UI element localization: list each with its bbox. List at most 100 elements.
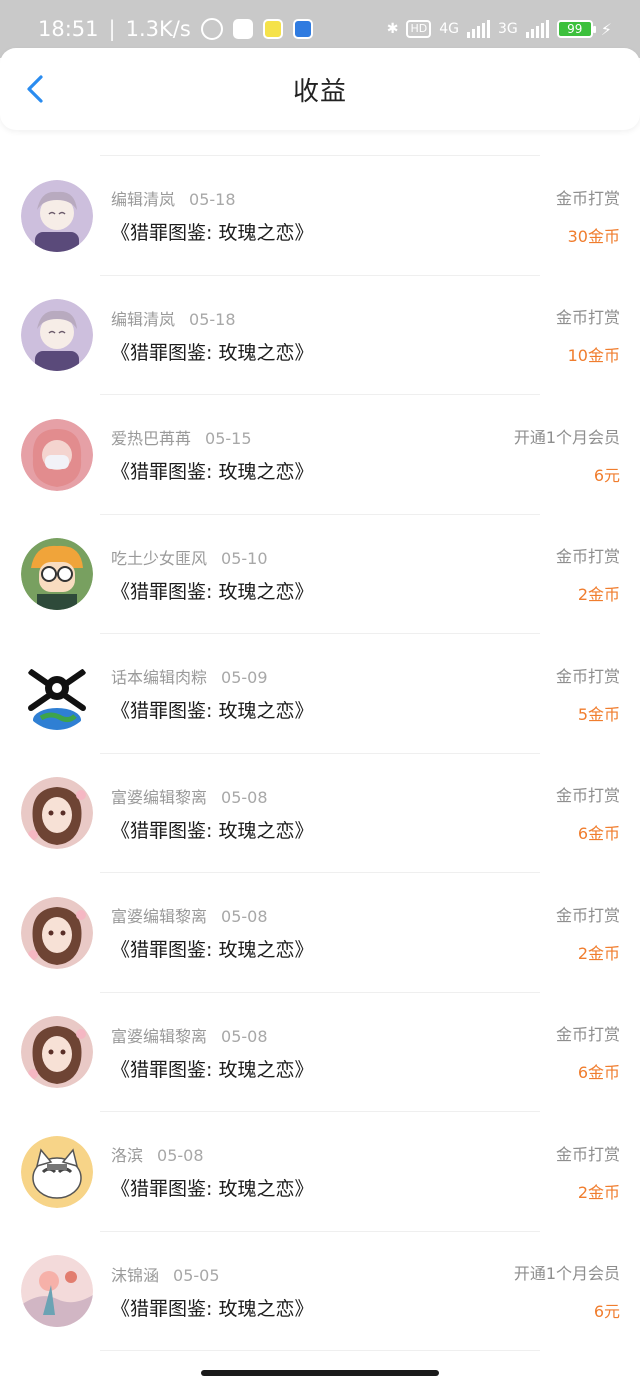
avatar[interactable] (21, 1255, 93, 1328)
list-item[interactable]: 富婆编辑黎离 05-08 《猎罪图鉴: 玫瑰之恋》 金币打赏 6金币 (0, 993, 640, 1113)
page-title: 收益 (292, 76, 347, 107)
list-item[interactable]: 编辑清岚 05-18 《猎罪图鉴: 玫瑰之恋》 金币打赏 10金币 (0, 276, 640, 396)
item-date: 05-18 (189, 309, 236, 329)
book-title: 《猎罪图鉴: 玫瑰之恋》 (111, 1058, 314, 1081)
item-earning: 开通1个月会员 6元 (514, 1232, 620, 1352)
avatar[interactable] (21, 777, 93, 850)
list-item[interactable]: 富婆编辑黎离 05-08 《猎罪图鉴: 玫瑰之恋》 金币打赏 2金币 (0, 873, 640, 993)
item-info: 富婆编辑黎离 05-08 《猎罪图鉴: 玫瑰之恋》 (111, 903, 313, 962)
book-title: 《猎罪图鉴: 玫瑰之恋》 (111, 1178, 314, 1201)
list-item[interactable]: 富婆编辑黎离 05-08 《猎罪图鉴: 玫瑰之恋》 金币打赏 6金币 (0, 754, 640, 874)
user-name: 话本编辑肉粽 (111, 668, 208, 688)
item-meta: 吃土少女匪风 05-10 (111, 545, 313, 569)
avatar[interactable] (21, 179, 93, 252)
earning-type: 金币打赏 (555, 1025, 620, 1045)
earning-amount: 10金币 (567, 346, 620, 366)
earning-amount: 5金币 (577, 704, 620, 724)
item-date: 05-15 (205, 429, 252, 449)
earning-type: 开通1个月会员 (513, 1264, 620, 1284)
user-name: 爱热巴苒苒 (111, 429, 192, 449)
earning-amount: 30金币 (567, 226, 620, 246)
item-date: 05-08 (221, 1026, 268, 1046)
item-info: 富婆编辑黎离 05-08 《猎罪图鉴: 玫瑰之恋》 (111, 1023, 313, 1082)
user-name: 富婆编辑黎离 (111, 1026, 208, 1046)
item-date: 05-05 (173, 1265, 220, 1285)
earnings-list: 编辑清岚 05-18 《猎罪图鉴: 玫瑰之恋》 金币打赏 30金币 编辑清岚 05-18 《猎… (0, 132, 640, 1351)
item-earning: 金币打赏 6金币 (556, 754, 620, 874)
earning-amount: 6元 (593, 465, 620, 485)
book-title: 《猎罪图鉴: 玫瑰之恋》 (111, 461, 314, 484)
item-earning: 金币打赏 6金币 (556, 993, 620, 1113)
item-earning: 金币打赏 2金币 (556, 515, 620, 635)
item-info: 洛滨 05-08 《猎罪图鉴: 玫瑰之恋》 (111, 1142, 313, 1201)
earning-amount: 2金币 (577, 1182, 620, 1202)
item-info: 吃土少女匪风 05-10 《猎罪图鉴: 玫瑰之恋》 (111, 545, 313, 604)
back-arrow-icon[interactable] (22, 74, 52, 104)
user-name: 洛滨 (111, 1146, 144, 1166)
list-item[interactable]: 编辑清岚 05-18 《猎罪图鉴: 玫瑰之恋》 金币打赏 30金币 (0, 156, 640, 276)
book-title: 《猎罪图鉴: 玫瑰之恋》 (111, 580, 314, 603)
user-name: 富婆编辑黎离 (111, 907, 208, 927)
item-date: 05-18 (189, 190, 236, 210)
weibo-icon (262, 19, 283, 39)
user-name: 沫锦涵 (111, 1265, 160, 1285)
qq-icon (232, 19, 253, 39)
item-meta: 富婆编辑黎离 05-08 (111, 903, 313, 927)
list-item[interactable]: 话本编辑肉粽 05-09 《猎罪图鉴: 玫瑰之恋》 金币打赏 5金币 (0, 634, 640, 754)
status-time: 18:51 (38, 17, 99, 41)
item-meta: 富婆编辑黎离 05-08 (111, 784, 313, 808)
item-info: 沫锦涵 05-05 《猎罪图鉴: 玫瑰之恋》 (111, 1262, 313, 1321)
item-meta: 编辑清岚 05-18 (111, 186, 313, 210)
book-title: 《猎罪图鉴: 玫瑰之恋》 (111, 1297, 314, 1320)
earning-type: 金币打赏 (555, 786, 620, 806)
page-header: 收益 (0, 48, 640, 130)
item-info: 爱热巴苒苒 05-15 《猎罪图鉴: 玫瑰之恋》 (111, 425, 313, 484)
item-earning: 金币打赏 10金币 (556, 276, 620, 396)
item-info: 编辑清岚 05-18 《猎罪图鉴: 玫瑰之恋》 (111, 186, 313, 245)
list-item[interactable]: 洛滨 05-08 《猎罪图鉴: 玫瑰之恋》 金币打赏 2金币 (0, 1112, 640, 1232)
status-network-speed: 1.3K/s (125, 17, 191, 41)
avatar[interactable] (21, 538, 93, 611)
list-divider (100, 132, 540, 156)
hd-badge: HD (406, 20, 432, 38)
user-name: 富婆编辑黎离 (111, 787, 208, 807)
item-meta: 话本编辑肉粽 05-09 (111, 664, 313, 688)
earning-type: 金币打赏 (555, 666, 620, 686)
item-info: 编辑清岚 05-18 《猎罪图鉴: 玫瑰之恋》 (111, 306, 313, 365)
list-item[interactable]: 吃土少女匪风 05-10 《猎罪图鉴: 玫瑰之恋》 金币打赏 2金币 (0, 515, 640, 635)
avatar[interactable] (21, 299, 93, 372)
avatar[interactable] (21, 657, 93, 730)
user-name: 吃土少女匪风 (111, 548, 208, 568)
book-title: 《猎罪图鉴: 玫瑰之恋》 (111, 222, 314, 245)
item-earning: 金币打赏 2金币 (556, 873, 620, 993)
app-notification-icon (292, 19, 313, 39)
network-3g-label: 3G (498, 21, 518, 37)
item-meta: 编辑清岚 05-18 (111, 306, 313, 330)
earning-amount: 2金币 (577, 943, 620, 963)
signal-4g-icon (467, 20, 490, 38)
earning-amount: 6元 (593, 1302, 620, 1322)
list-item[interactable]: 爱热巴苒苒 05-15 《猎罪图鉴: 玫瑰之恋》 开通1个月会员 6元 (0, 395, 640, 515)
item-earning: 开通1个月会员 6元 (514, 395, 620, 515)
earning-amount: 6金币 (577, 1063, 620, 1083)
item-date: 05-08 (221, 907, 268, 927)
list-item[interactable]: 沫锦涵 05-05 《猎罪图鉴: 玫瑰之恋》 开通1个月会员 6元 (0, 1232, 640, 1352)
earning-type: 金币打赏 (555, 1144, 620, 1164)
book-title: 《猎罪图鉴: 玫瑰之恋》 (111, 341, 314, 364)
avatar[interactable] (21, 1135, 93, 1208)
earning-type: 金币打赏 (555, 547, 620, 567)
earning-amount: 2金币 (577, 585, 620, 605)
item-earning: 金币打赏 30金币 (556, 156, 620, 276)
earning-type: 金币打赏 (555, 905, 620, 925)
avatar[interactable] (21, 1016, 93, 1089)
avatar[interactable] (21, 418, 93, 491)
user-name: 编辑清岚 (111, 190, 176, 210)
item-info: 富婆编辑黎离 05-08 《猎罪图鉴: 玫瑰之恋》 (111, 784, 313, 843)
item-meta: 沫锦涵 05-05 (111, 1262, 313, 1286)
book-title: 《猎罪图鉴: 玫瑰之恋》 (111, 819, 314, 842)
home-indicator[interactable] (201, 1370, 439, 1376)
earning-type: 金币打赏 (555, 188, 620, 208)
avatar[interactable] (21, 896, 93, 969)
item-meta: 洛滨 05-08 (111, 1142, 313, 1166)
item-date: 05-08 (157, 1146, 204, 1166)
